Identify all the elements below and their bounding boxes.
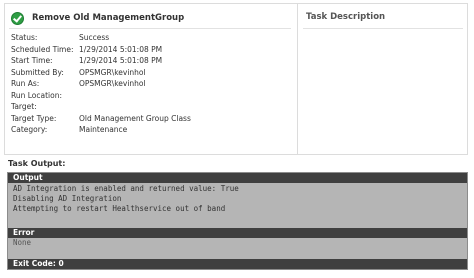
property-label: Scheduled Time: [11, 44, 74, 54]
property-row-status: Status: Success [11, 32, 191, 44]
property-value: Success [79, 33, 110, 42]
output-line: Disabling AD Integration [13, 194, 122, 203]
property-label: Run Location: [11, 90, 63, 100]
property-row-run-as: Run As: OPSMGR\kevinhol [11, 78, 191, 90]
property-label: Run As: [11, 79, 40, 88]
property-label: Target: [11, 102, 37, 111]
output-line: AD Integration is enabled and returned v… [13, 184, 239, 193]
property-row-target: Target: [11, 101, 191, 113]
property-row-category: Category: Maintenance [11, 124, 191, 136]
exit-code-bar: Exit Code: 0 [8, 259, 467, 269]
task-title: Remove Old ManagementGroup [32, 13, 185, 23]
property-label: Submitted By: [11, 67, 64, 77]
task-output-caption: Task Output: [8, 159, 66, 168]
task-output-panel[interactable]: Output AD Integration is enabled and ret… [7, 172, 468, 270]
property-value: OPSMGR\kevinhol [79, 79, 146, 88]
property-row-run-location: Run Location: [11, 90, 191, 102]
task-description-title: Task Description [306, 12, 386, 22]
property-value: Old Management Group Class [79, 113, 191, 123]
property-row-submitted-by: Submitted By: OPSMGR\kevinhol [11, 67, 191, 79]
property-value: 1/29/2014 5:01:08 PM [79, 44, 163, 54]
property-label: Target Type: [11, 113, 57, 123]
property-row-start-time: Start Time: 1/29/2014 5:01:08 PM [11, 55, 191, 67]
output-section-header: Output [8, 173, 467, 183]
success-check-icon [11, 11, 24, 25]
task-header: Remove Old ManagementGroup [11, 10, 184, 26]
property-value: Maintenance [79, 125, 128, 134]
error-text: None [13, 238, 32, 247]
property-value: 1/29/2014 5:01:08 PM [79, 56, 163, 65]
property-row-target-type: Target Type: Old Management Group Class [11, 113, 191, 125]
property-row-scheduled-time: Scheduled Time: 1/29/2014 5:01:08 PM [11, 44, 191, 56]
property-label: Status: [11, 33, 38, 42]
property-label: Category: [11, 125, 48, 134]
panel-divider [297, 4, 298, 154]
property-label: Start Time: [11, 56, 53, 65]
error-section-header: Error [8, 228, 467, 238]
task-properties: Status: Success Scheduled Time: 1/29/201… [11, 32, 191, 136]
task-details-panel: Remove Old ManagementGroup Task Descript… [4, 3, 468, 155]
task-header-rule [9, 28, 291, 29]
task-description-rule [303, 28, 463, 29]
property-value: OPSMGR\kevinhol [79, 67, 146, 77]
output-line: Attempting to restart Healthservice out … [13, 204, 226, 213]
